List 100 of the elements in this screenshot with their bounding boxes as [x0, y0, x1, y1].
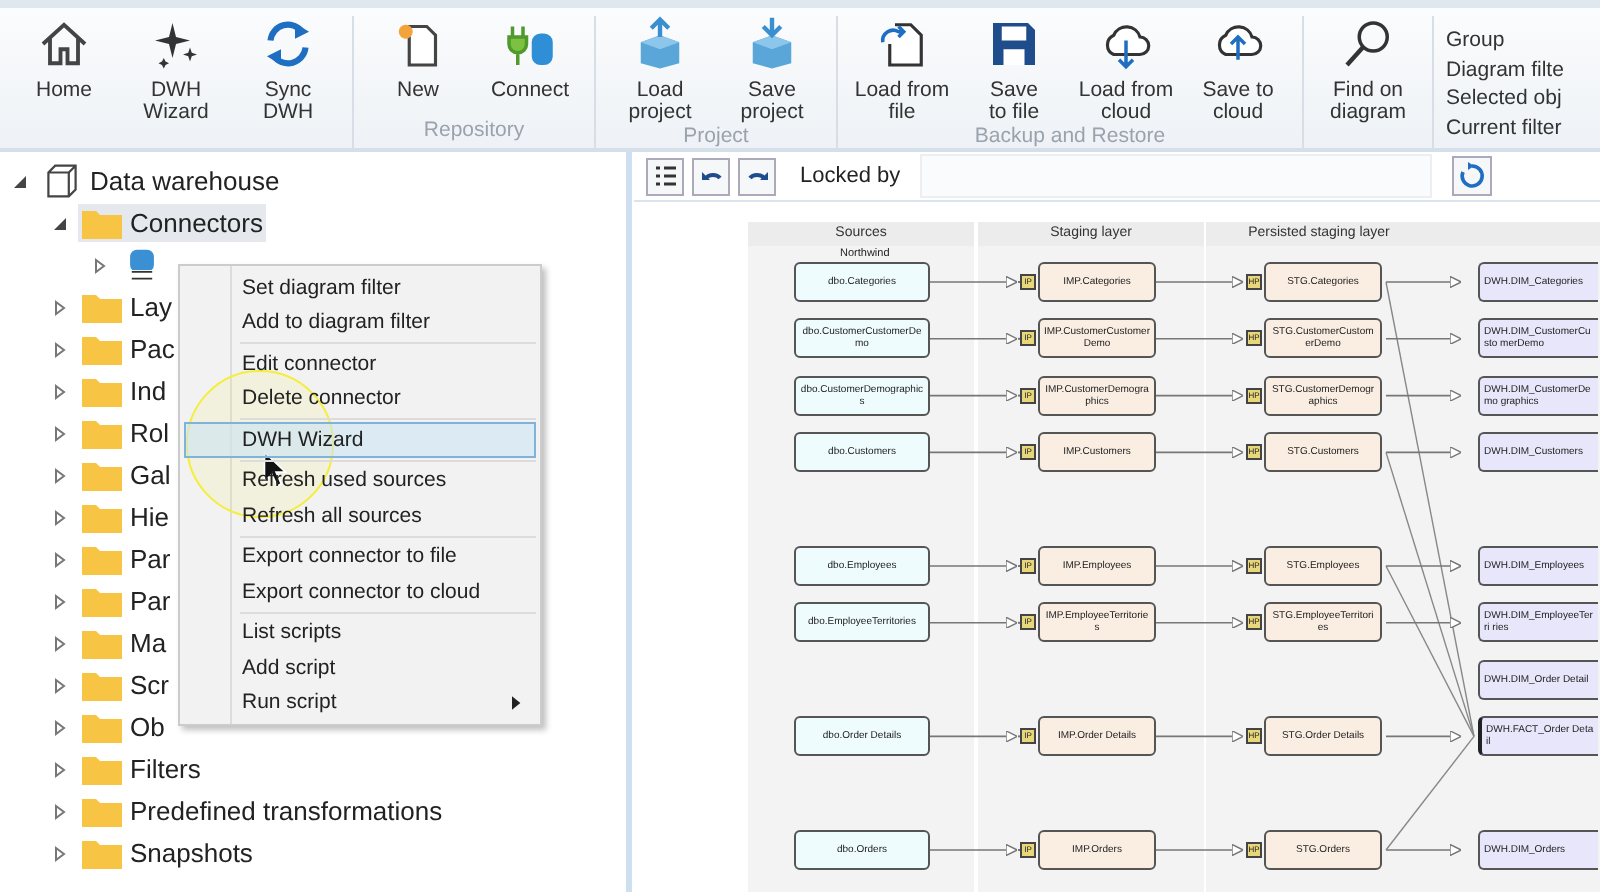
- connector-arrow: [929, 843, 1023, 857]
- folder-icon: [82, 584, 122, 618]
- folder-icon: [82, 374, 122, 408]
- tree-item[interactable]: Par: [78, 582, 175, 620]
- connector-arrow: [1155, 275, 1244, 289]
- expander-icon[interactable]: [52, 299, 68, 315]
- connector-arrow: [929, 559, 1023, 573]
- expander-icon[interactable]: [52, 467, 68, 483]
- tree-item[interactable]: Predefined transformations: [78, 792, 447, 830]
- refresh-button[interactable]: [1452, 156, 1493, 196]
- menu-item[interactable]: Add to diagram filter: [184, 305, 536, 340]
- ribbon-button[interactable]: Connect: [474, 16, 586, 118]
- folder-icon: [82, 500, 122, 534]
- tree-item[interactable]: Ma: [78, 624, 171, 662]
- tree-item[interactable]: Gal: [78, 456, 175, 494]
- ribbon-button[interactable]: DWH Wizard: [120, 16, 232, 148]
- tree-item[interactable]: Hie: [78, 498, 174, 536]
- folder-icon: [82, 416, 122, 450]
- connector-arrow: [929, 275, 1023, 289]
- folder-icon: [82, 332, 122, 366]
- tree-item[interactable]: Scr: [78, 666, 173, 704]
- expander-icon[interactable]: [52, 215, 68, 231]
- filter-option[interactable]: Selected obj: [1446, 86, 1564, 111]
- ribbon-button[interactable]: Save to cloud: [1182, 16, 1294, 124]
- connector-arrow: [929, 446, 1023, 459]
- filter-option[interactable]: Current filter: [1446, 115, 1564, 140]
- folder-icon: [82, 794, 122, 828]
- menu-item[interactable]: Export connector to cloud: [184, 574, 536, 609]
- group-label: Backup and Restore: [974, 124, 1166, 148]
- expander-icon[interactable]: [12, 173, 28, 189]
- tree-item[interactable]: Filters: [78, 750, 205, 788]
- menu-item[interactable]: Refresh used sources: [184, 463, 536, 498]
- menu-item[interactable]: List scripts: [184, 615, 536, 650]
- group-label: Repository: [423, 118, 525, 142]
- expander-icon[interactable]: [52, 677, 68, 693]
- group-label: Project: [683, 124, 749, 148]
- menu-item[interactable]: Run script: [184, 685, 536, 720]
- expander-icon[interactable]: [52, 425, 68, 441]
- menu-item[interactable]: Export connector to file: [184, 539, 536, 574]
- tree-item[interactable]: Data warehouse: [38, 162, 284, 200]
- folder-icon: [82, 290, 122, 324]
- ribbon-button[interactable]: Save to file: [958, 16, 1070, 124]
- connector-arrow: [929, 332, 1023, 346]
- filter-option[interactable]: Diagram filte: [1446, 57, 1564, 82]
- expander-icon[interactable]: [52, 719, 68, 735]
- tree-item[interactable]: Pac: [78, 330, 179, 368]
- menu-item[interactable]: DWH Wizard: [184, 422, 536, 457]
- folder-icon: [82, 206, 122, 240]
- ribbon-button[interactable]: Load from file: [846, 16, 958, 124]
- expander-icon[interactable]: [92, 257, 108, 273]
- locked-by-label: Locked by: [800, 164, 901, 188]
- folder-icon: [82, 710, 122, 744]
- expander-icon[interactable]: [52, 845, 68, 861]
- undo-button[interactable]: [692, 157, 730, 195]
- connector-arrow: [1155, 446, 1244, 459]
- tree-item[interactable]: Snapshots: [78, 834, 257, 872]
- ribbon-button[interactable]: Find on diagram: [1312, 16, 1424, 148]
- connector-arrow: [1155, 730, 1244, 743]
- submenu-caret-icon: [512, 695, 522, 710]
- connector-arrow: [1155, 843, 1244, 857]
- refresh-icon: [1458, 162, 1487, 190]
- ribbon-button[interactable]: Load from cloud: [1070, 16, 1182, 124]
- tree-item[interactable]: Par: [78, 540, 175, 578]
- connector-arrow: [1155, 389, 1244, 402]
- list-icon: [653, 164, 677, 188]
- tree-item[interactable]: Ob: [78, 708, 169, 746]
- list-view-button[interactable]: [646, 157, 684, 195]
- menu-item[interactable]: Edit connector: [184, 346, 536, 381]
- ribbon-button[interactable]: Home: [8, 16, 120, 148]
- tree-item[interactable]: Connectors: [78, 204, 267, 242]
- menu-item[interactable]: Set diagram filter: [184, 270, 536, 305]
- expander-icon[interactable]: [52, 761, 68, 777]
- connector-arrow: [929, 389, 1023, 402]
- expander-icon[interactable]: [52, 635, 68, 651]
- connector-arrow: [1155, 332, 1244, 346]
- folder-icon: [82, 458, 122, 492]
- folder-icon: [82, 542, 122, 576]
- ribbon-button[interactable]: New: [362, 16, 474, 118]
- connector-arrow: [1155, 616, 1244, 630]
- expander-icon[interactable]: [52, 341, 68, 357]
- expander-icon[interactable]: [52, 551, 68, 567]
- tree-item[interactable]: Rol: [78, 414, 174, 452]
- redo-button[interactable]: [738, 157, 776, 195]
- ribbon-button[interactable]: Save project: [716, 16, 828, 124]
- connector-arrow: [1155, 559, 1244, 573]
- expander-icon[interactable]: [52, 593, 68, 609]
- expander-icon[interactable]: [52, 383, 68, 399]
- cube-icon: [42, 164, 82, 198]
- connector-arrow: [929, 730, 1023, 743]
- locked-by-field[interactable]: [920, 154, 1433, 198]
- tree-item[interactable]: Ind: [78, 372, 171, 410]
- tree-item[interactable]: Lay: [78, 288, 176, 326]
- ribbon-button[interactable]: Sync DWH: [232, 16, 344, 148]
- expander-icon[interactable]: [52, 509, 68, 525]
- ribbon-button[interactable]: Load project: [604, 16, 716, 124]
- menu-item[interactable]: Add script: [184, 650, 536, 685]
- folder-icon: [82, 836, 122, 870]
- connector-arrow: [929, 616, 1023, 630]
- filter-option[interactable]: Group: [1446, 28, 1564, 52]
- expander-icon[interactable]: [52, 803, 68, 819]
